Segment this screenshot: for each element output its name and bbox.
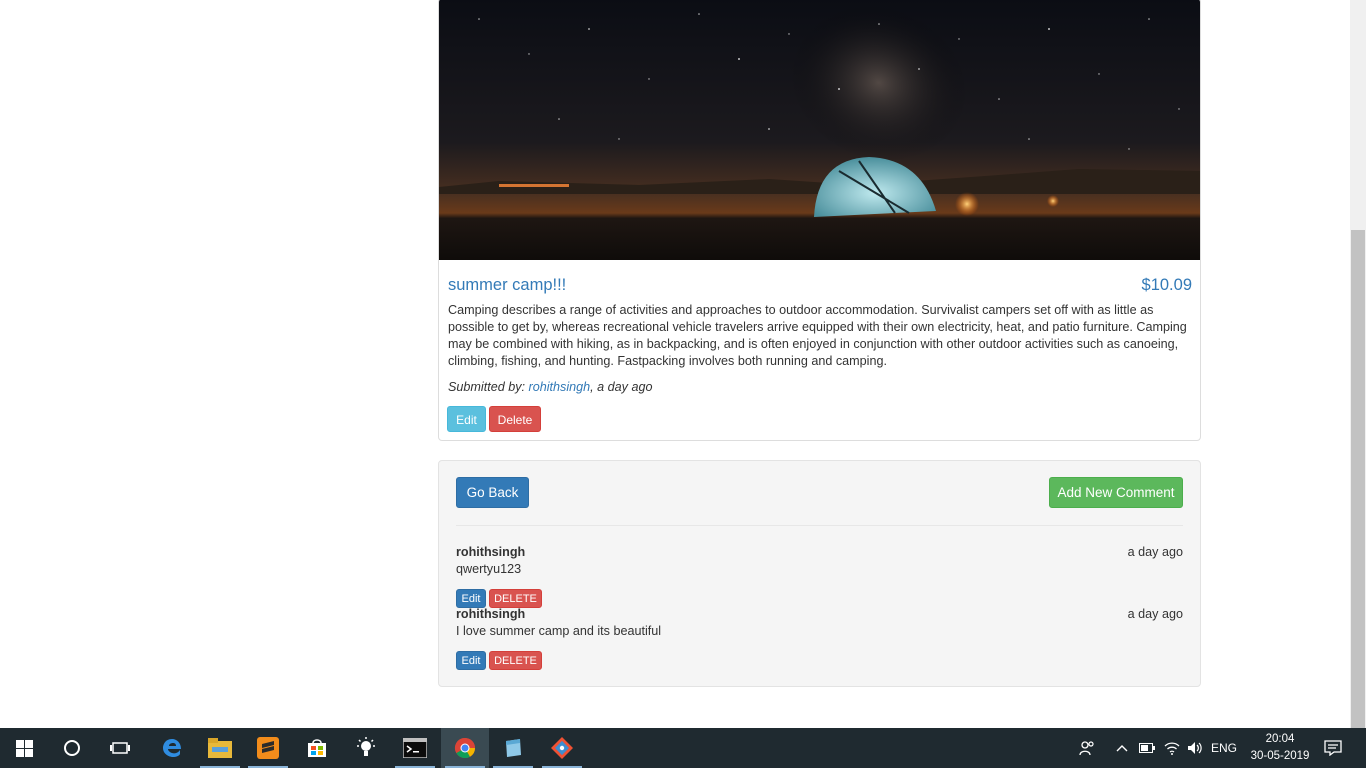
delete-comment-button[interactable]: DELETE [489, 651, 542, 670]
campground-card: summer camp!!! $10.09 Camping describes … [438, 0, 1201, 441]
notepad-icon[interactable] [489, 728, 537, 768]
language-indicator[interactable]: ENG [1207, 728, 1241, 768]
browser-viewport: summer camp!!! $10.09 Camping describes … [0, 0, 1350, 728]
comment-item: rohithsingh a day ago qwertyu123 Edit DE… [456, 545, 1183, 608]
comment-time: a day ago [1127, 545, 1183, 559]
comments-well: Go Back Add New Comment rohithsingh a da… [438, 460, 1201, 687]
submitted-suffix: , a day ago [590, 380, 653, 394]
battery-icon[interactable] [1137, 728, 1157, 768]
campground-price: $10.09 [1141, 276, 1192, 294]
people-icon[interactable] [1075, 728, 1099, 768]
action-center-icon[interactable] [1320, 728, 1346, 768]
add-comment-button[interactable]: Add New Comment [1049, 477, 1183, 508]
author-link[interactable]: rohithsingh [529, 380, 591, 394]
comment-author: rohithsingh [456, 545, 526, 559]
edge-icon[interactable] [148, 728, 196, 768]
scrollbar-thumb[interactable] [1351, 230, 1365, 728]
light-bulb-icon[interactable] [342, 728, 390, 768]
clock-time: 20:04 [1265, 733, 1295, 745]
divider [456, 525, 1183, 526]
campground-image [439, 0, 1200, 260]
chevron-up-icon[interactable] [1112, 728, 1132, 768]
comment-time: a day ago [1127, 607, 1183, 621]
comment-text: I love summer camp and its beautiful [456, 624, 662, 638]
submitted-by: Submitted by: rohithsingh, a day ago [448, 380, 652, 394]
volume-icon[interactable] [1185, 728, 1205, 768]
clock-date: 30-05-2019 [1250, 750, 1310, 762]
terminal-icon[interactable] [391, 728, 439, 768]
sublime-text-icon[interactable] [244, 728, 292, 768]
store-icon[interactable] [293, 728, 341, 768]
edit-comment-button[interactable]: Edit [456, 651, 486, 670]
campground-title[interactable]: summer camp!!! [448, 276, 566, 295]
delete-comment-button[interactable]: DELETE [489, 589, 542, 608]
file-explorer-icon[interactable] [196, 728, 244, 768]
edit-comment-button[interactable]: Edit [456, 589, 486, 608]
windows-start-icon[interactable] [0, 728, 48, 768]
wifi-icon[interactable] [1161, 728, 1183, 768]
edit-campground-button[interactable]: Edit [447, 406, 486, 432]
comment-author: rohithsingh [456, 607, 526, 621]
submitted-prefix: Submitted by: [448, 380, 529, 394]
git-icon[interactable] [538, 728, 586, 768]
windows-taskbar: ENG 20:04 30-05-2019 [0, 728, 1366, 768]
task-view-icon[interactable] [96, 728, 144, 768]
go-back-button[interactable]: Go Back [456, 477, 529, 508]
comment-text: qwertyu123 [456, 562, 522, 576]
system-clock[interactable]: 20:04 30-05-2019 [1240, 731, 1320, 765]
delete-campground-button[interactable]: Delete [489, 406, 541, 432]
comment-item: rohithsingh a day ago I love summer camp… [456, 607, 1183, 670]
cortana-icon[interactable] [48, 728, 96, 768]
campground-description: Camping describes a range of activities … [448, 303, 1187, 368]
chrome-icon[interactable] [441, 728, 489, 768]
